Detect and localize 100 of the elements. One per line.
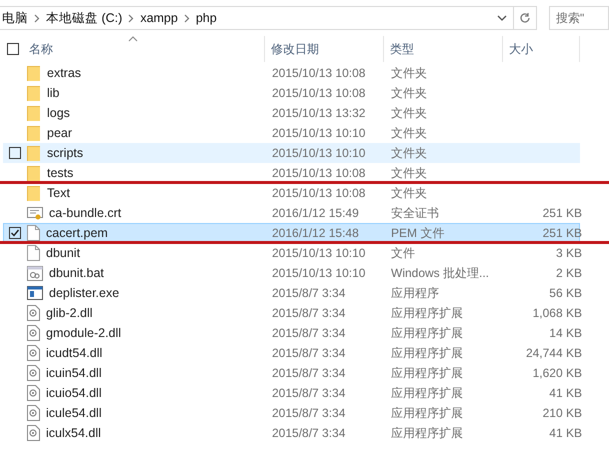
checkbox[interactable]	[9, 227, 21, 239]
file-row[interactable]: logs 2015/10/13 13:32 文件夹	[3, 103, 580, 123]
type-cell-text: 文件夹	[390, 144, 428, 162]
folder-icon	[27, 105, 41, 121]
file-name: gmodule-2.dll	[46, 326, 122, 340]
folder-icon	[27, 125, 41, 141]
date-cell-text: 2015/10/13 10:08	[271, 166, 366, 180]
file-name: icuio54.dll	[46, 386, 102, 400]
file-row[interactable]: dbunit 2015/10/13 10:10 文件 3 KB	[3, 243, 580, 263]
gear-file-icon	[27, 425, 40, 441]
chevron-icon	[128, 14, 134, 22]
type-cell-text: 应用程序	[390, 284, 440, 302]
gear-file-icon	[27, 325, 40, 341]
address-bar[interactable]: 电脑 本地磁盘 (C:) xampp php	[0, 6, 537, 30]
file-row[interactable]: deplister.exe 2015/8/7 3:34 应用程序 56 KB	[3, 283, 580, 303]
type-cell-text: 应用程序扩展	[390, 364, 464, 382]
gear-file-icon	[27, 405, 40, 421]
date-cell-text: 2015/10/13 10:10	[271, 246, 366, 260]
type-cell-text: 应用程序扩展	[390, 384, 464, 402]
date-cell-text: 2015/8/7 3:34	[271, 366, 346, 380]
file-row[interactable]: iculx54.dll 2015/8/7 3:34 应用程序扩展 41 KB	[3, 423, 580, 443]
file-name: icudt54.dll	[46, 346, 102, 360]
type-cell-text: 文件夹	[390, 164, 428, 182]
file-name: logs	[47, 106, 70, 120]
gear-file-icon	[27, 385, 40, 401]
date-cell-text: 2015/8/7 3:34	[271, 406, 346, 420]
size-cell-text: 210 KB	[542, 406, 583, 420]
type-cell-text: 文件夹	[390, 124, 428, 142]
gear-file-icon	[27, 365, 40, 381]
file-row[interactable]: dbunit.bat 2015/10/13 10:10 Windows 批处理... 2 KB	[3, 263, 580, 283]
file-row[interactable]: Text 2015/10/13 10:08 文件夹	[3, 183, 580, 203]
file-row[interactable]: gmodule-2.dll 2015/8/7 3:34 应用程序扩展 14 KB	[3, 323, 580, 343]
date-cell-text: 2015/8/7 3:34	[271, 426, 346, 440]
column-header[interactable]: 名称	[29, 40, 53, 58]
file-row[interactable]: ca-bundle.crt 2016/1/12 15:49 安全证书 251 KB	[3, 203, 580, 223]
file-row[interactable]: icuin54.dll 2015/8/7 3:34 应用程序扩展 1,620 KB	[3, 363, 580, 383]
file-name: ca-bundle.crt	[49, 206, 122, 220]
date-cell-text: 2016/1/12 15:48	[271, 226, 360, 240]
breadcrumb[interactable]: xampp	[140, 11, 178, 25]
date-cell-text: 2015/8/7 3:34	[271, 306, 346, 320]
type-cell-text: 安全证书	[390, 204, 440, 222]
file-name: deplister.exe	[49, 286, 120, 300]
file-name: cacert.pem	[46, 226, 108, 240]
file-name: icuin54.dll	[46, 366, 102, 380]
file-name: Text	[47, 186, 70, 200]
file-row[interactable]: tests 2015/10/13 10:08 文件夹	[3, 163, 580, 183]
size-cell-text: 41 KB	[548, 386, 583, 400]
window-icon	[27, 286, 43, 300]
size-cell-text: 3 KB	[554, 246, 583, 260]
size-cell-text: 41 KB	[548, 426, 583, 440]
date-cell-text: 2015/10/13 10:08	[271, 86, 366, 100]
date-cell-text: 2015/10/13 10:10	[271, 126, 366, 140]
checkbox[interactable]	[9, 147, 21, 159]
type-cell-text: 应用程序扩展	[390, 404, 464, 422]
file-row[interactable]: lib 2015/10/13 10:08 文件夹	[3, 83, 580, 103]
file-row[interactable]: icule54.dll 2015/8/7 3:34 应用程序扩展 210 KB	[3, 403, 580, 423]
folder-icon	[27, 85, 41, 101]
date-cell-text: 2015/8/7 3:34	[271, 286, 346, 300]
type-cell-text: 应用程序扩展	[390, 304, 464, 322]
folder-icon	[27, 145, 41, 161]
date-cell-text: 2015/10/13 10:10	[271, 266, 366, 280]
type-cell-text: Windows 批处理...	[390, 264, 490, 282]
size-cell-text: 251 KB	[542, 226, 583, 240]
file-name: extras	[47, 66, 82, 80]
size-cell-text: 24,744 KB	[524, 346, 583, 360]
chevron-icon	[34, 14, 40, 22]
file-row[interactable]: icudt54.dll 2015/8/7 3:34 应用程序扩展 24,744 KB	[3, 343, 580, 363]
sort-caret-icon	[128, 36, 138, 42]
column-header[interactable]: 修改日期	[271, 40, 319, 58]
type-cell-text: 文件	[390, 244, 416, 262]
date-cell-text: 2015/10/13 10:08	[271, 66, 366, 80]
file-icon	[27, 245, 40, 261]
size-cell-text: 251 KB	[542, 206, 583, 220]
date-cell-text: 2016/1/12 15:49	[271, 206, 360, 220]
type-cell-text: 文件夹	[390, 104, 428, 122]
size-cell-text: 14 KB	[548, 326, 583, 340]
file-row[interactable]: pear 2015/10/13 10:10 文件夹	[3, 123, 580, 143]
type-cell-text: 文件夹	[390, 64, 428, 82]
file-icon	[27, 225, 40, 241]
breadcrumb[interactable]: 本地磁盘 (C:)	[46, 10, 122, 26]
type-cell-text: 应用程序扩展	[390, 324, 464, 342]
file-row[interactable]: glib-2.dll 2015/8/7 3:34 应用程序扩展 1,068 KB	[3, 303, 580, 323]
breadcrumb[interactable]: php	[196, 11, 217, 25]
file-name: glib-2.dll	[46, 306, 93, 320]
checkbox[interactable]	[7, 43, 19, 55]
size-cell-text: 56 KB	[548, 286, 583, 300]
column-header[interactable]: 类型	[390, 40, 414, 58]
column-header[interactable]: 大小	[509, 40, 533, 58]
file-name: dbunit.bat	[49, 266, 104, 280]
chevron-icon	[184, 14, 190, 22]
file-row[interactable]: icuio54.dll 2015/8/7 3:34 应用程序扩展 41 KB	[3, 383, 580, 403]
file-row[interactable]: scripts 2015/10/13 10:10 文件夹	[3, 143, 580, 163]
date-cell-text: 2015/8/7 3:34	[271, 326, 346, 340]
breadcrumb[interactable]: 电脑	[2, 10, 28, 26]
certificate-icon	[27, 205, 43, 221]
file-row[interactable]: extras 2015/10/13 10:08 文件夹	[3, 63, 580, 83]
search-field[interactable]: 搜索"	[549, 6, 609, 30]
type-cell-text: 文件夹	[390, 184, 428, 202]
file-row[interactable]: cacert.pem 2016/1/12 15:48 PEM 文件 251 KB	[3, 223, 580, 243]
folder-icon	[27, 165, 41, 181]
